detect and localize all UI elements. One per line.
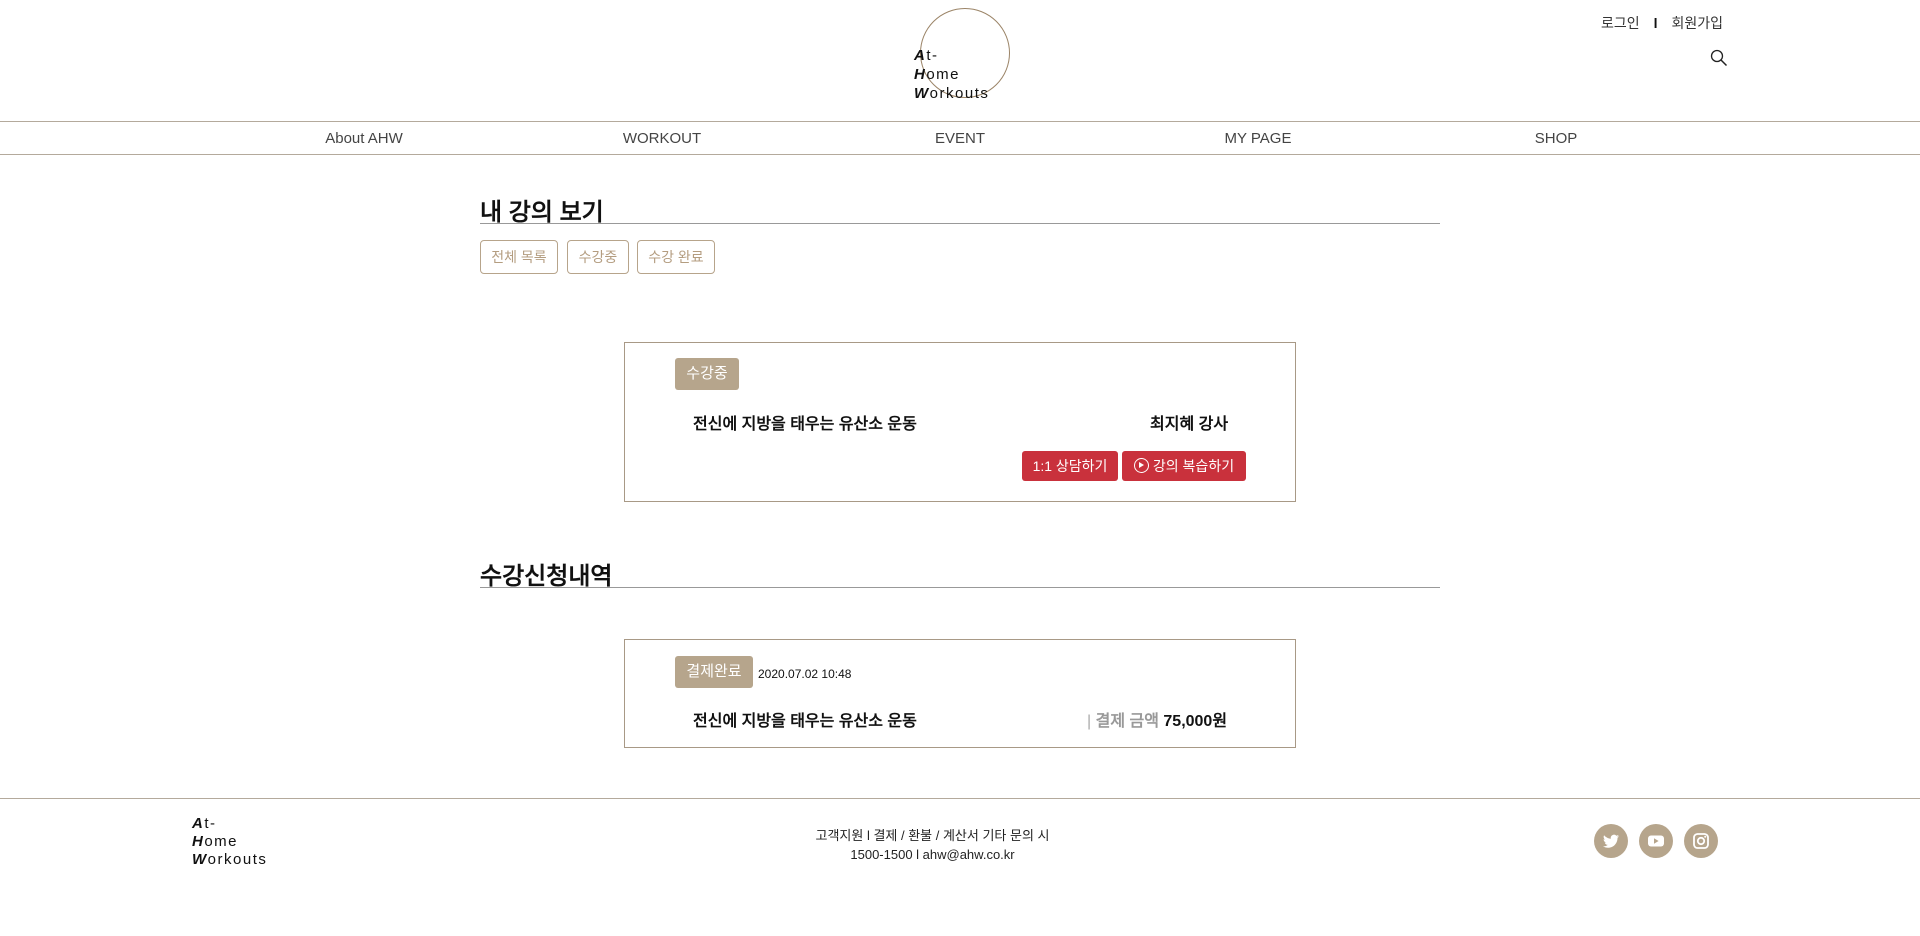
payment-amount-row: | 결제 금액 75,000원 xyxy=(1087,707,1227,731)
review-button-label: 강의 복습하기 xyxy=(1152,458,1235,474)
logo-text: At- Home Workouts xyxy=(914,47,990,102)
footer-divider xyxy=(0,798,1920,799)
signup-link[interactable]: 회원가입 xyxy=(1671,13,1723,33)
status-badge: 수강중 xyxy=(675,358,739,390)
filter-completed[interactable]: 수강 완료 xyxy=(637,240,715,274)
footer-contact-text: 1500-1500 l ahw@ahw.co.kr xyxy=(850,847,1015,862)
course-card: 수강중 전신에 지방을 태우는 유산소 운동 최지혜 강사 1:1 상담하기 강… xyxy=(624,342,1296,502)
nav-mypage[interactable]: MY PAGE xyxy=(1225,130,1292,147)
amount-separator: | xyxy=(1087,713,1092,730)
main-nav: About AHW WORKOUT EVENT MY PAGE SHOP xyxy=(0,121,1920,155)
youtube-icon[interactable] xyxy=(1639,824,1673,858)
amount-value: 75,000원 xyxy=(1163,713,1228,730)
site-logo[interactable]: At- Home Workouts xyxy=(912,8,1012,102)
instagram-icon[interactable] xyxy=(1684,824,1718,858)
nav-workout[interactable]: WORKOUT xyxy=(623,130,701,147)
top-links-separator: l xyxy=(1653,15,1658,31)
history-card: 결제완료 2020.07.02 10:48 전신에 지방을 태우는 유산소 운동… xyxy=(624,639,1296,748)
footer-support-text: 고객지원 l 결제 / 환불 / 계산서 기타 문의 시 xyxy=(815,828,1050,843)
login-link[interactable]: 로그인 xyxy=(1601,13,1640,33)
nav-event[interactable]: EVENT xyxy=(935,130,985,147)
filter-all[interactable]: 전체 목록 xyxy=(480,240,558,274)
payment-status-badge: 결제완료 xyxy=(675,656,753,688)
course-name[interactable]: 전신에 지방을 태우는 유산소 운동 xyxy=(693,410,917,434)
play-icon xyxy=(1133,458,1149,473)
footer-info: 고객지원 l 결제 / 환불 / 계산서 기타 문의 시 1500-1500 l… xyxy=(760,826,1105,864)
my-courses-title: 내 강의 보기 xyxy=(480,199,604,226)
search-icon[interactable] xyxy=(1710,49,1728,67)
review-button[interactable]: 강의 복습하기 xyxy=(1122,451,1246,481)
nav-about[interactable]: About AHW xyxy=(325,130,403,147)
twitter-icon[interactable] xyxy=(1594,824,1628,858)
history-course-name[interactable]: 전신에 지방을 태우는 유산소 운동 xyxy=(693,707,917,731)
consult-button[interactable]: 1:1 상담하기 xyxy=(1022,451,1118,481)
footer-logo[interactable]: At- Home Workouts xyxy=(192,815,267,869)
nav-shop[interactable]: SHOP xyxy=(1535,130,1578,147)
my-courses-divider xyxy=(480,223,1440,224)
filter-in-progress[interactable]: 수강중 xyxy=(567,240,629,274)
instructor-name: 최지혜 강사 xyxy=(1150,416,1229,433)
site-header: At- Home Workouts 로그인 l 회원가입 xyxy=(0,0,1920,122)
history-title: 수강신청내역 xyxy=(480,563,613,590)
consult-button-label: 1:1 상담하기 xyxy=(1032,458,1108,474)
history-divider xyxy=(480,587,1440,588)
top-links: 로그인 l 회원가입 xyxy=(1601,13,1723,33)
amount-label: 결제 금액 xyxy=(1095,713,1159,730)
payment-datetime: 2020.07.02 10:48 xyxy=(758,667,852,681)
